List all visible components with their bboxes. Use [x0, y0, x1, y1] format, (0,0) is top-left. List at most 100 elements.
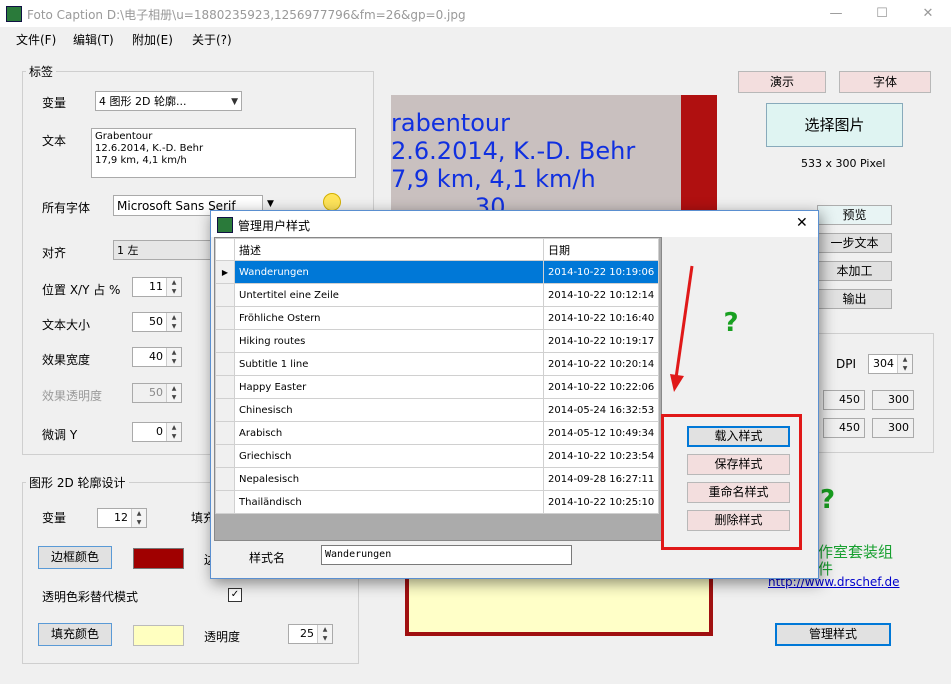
- row-header[interactable]: [215, 352, 235, 376]
- maximize-icon[interactable]: ☐: [859, 0, 905, 27]
- text-process-button[interactable]: 本加工: [817, 261, 892, 281]
- dpi-spinner[interactable]: 304 ▲ ▼: [868, 354, 913, 374]
- output-button[interactable]: 输出: [817, 289, 892, 309]
- variant-select[interactable]: 4 图形 2D 轮廓... ▼: [95, 91, 242, 111]
- table-row[interactable]: Chinesisch 2014-05-24 16:32:53: [215, 398, 660, 422]
- spinner-arrows-icon[interactable]: ▲ ▼: [131, 509, 146, 527]
- style-date-cell[interactable]: 2014-05-12 10:49:34: [542, 421, 660, 445]
- style-date-cell[interactable]: 2014-09-28 16:27:11: [542, 467, 660, 491]
- table-row[interactable]: Griechisch 2014-10-22 10:23:54: [215, 444, 660, 468]
- column-header-description[interactable]: 描述: [234, 238, 544, 261]
- fill-color-button[interactable]: 填充颜色: [38, 623, 112, 646]
- row-header[interactable]: [215, 444, 235, 468]
- table-row[interactable]: Nepalesisch 2014-09-28 16:27:11: [215, 467, 660, 491]
- select-image-button[interactable]: 选择图片: [766, 103, 903, 147]
- minimize-icon[interactable]: —: [813, 0, 859, 27]
- height2-field[interactable]: 300: [872, 418, 914, 438]
- fine-tune-spinner[interactable]: 0 ▲ ▼: [132, 422, 182, 442]
- style-name-cell[interactable]: Thailändisch: [234, 490, 544, 514]
- transparent-mode-checkbox[interactable]: ✓: [228, 588, 242, 602]
- help-book-icon[interactable]: ?: [820, 485, 864, 515]
- style-name-input[interactable]: Wanderungen: [321, 545, 572, 565]
- outline-variant-label: 变量: [42, 511, 67, 525]
- style-name-cell[interactable]: Arabisch: [234, 421, 544, 445]
- style-name-cell[interactable]: Untertitel eine Zeile: [234, 283, 544, 307]
- table-row[interactable]: Thailändisch 2014-10-22 10:25:10: [215, 490, 660, 514]
- dialog-close-icon[interactable]: ✕: [796, 215, 808, 231]
- style-date-cell[interactable]: 2014-10-22 10:16:40: [542, 306, 660, 330]
- style-name-cell[interactable]: Wanderungen: [234, 260, 544, 284]
- caption-textarea[interactable]: Grabentour 12.6.2014, K.-D. Behr 17,9 km…: [91, 128, 356, 178]
- style-name-cell[interactable]: Happy Easter: [234, 375, 544, 399]
- position-spinner[interactable]: 11 ▲ ▼: [132, 277, 182, 297]
- style-name-cell[interactable]: Chinesisch: [234, 398, 544, 422]
- style-name-cell[interactable]: Nepalesisch: [234, 467, 544, 491]
- row-header[interactable]: [215, 329, 235, 353]
- style-date-cell[interactable]: 2014-10-22 10:22:06: [542, 375, 660, 399]
- align-label: 对齐: [42, 246, 67, 260]
- transparency-spinner[interactable]: 25 ▲ ▼: [288, 624, 333, 644]
- row-header[interactable]: [215, 375, 235, 399]
- table-row[interactable]: ▶ Wanderungen 2014-10-22 10:19:06: [215, 260, 660, 284]
- column-header-date[interactable]: 日期: [542, 238, 660, 261]
- table-row[interactable]: Hiking routes 2014-10-22 10:19:17: [215, 329, 660, 353]
- row-header[interactable]: ▶: [215, 260, 235, 284]
- row-header[interactable]: [215, 467, 235, 491]
- style-date-cell[interactable]: 2014-10-22 10:12:14: [542, 283, 660, 307]
- menu-about[interactable]: 关于(?): [192, 31, 232, 48]
- spinner-arrows-icon: ▲ ▼: [166, 384, 181, 402]
- style-name-cell[interactable]: Hiking routes: [234, 329, 544, 353]
- width1-field[interactable]: 450: [823, 390, 865, 410]
- row-header[interactable]: [215, 306, 235, 330]
- row-header[interactable]: [215, 421, 235, 445]
- style-date-cell[interactable]: 2014-10-22 10:23:54: [542, 444, 660, 468]
- table-row[interactable]: Arabisch 2014-05-12 10:49:34: [215, 421, 660, 445]
- style-date-cell[interactable]: 2014-10-22 10:20:14: [542, 352, 660, 376]
- dialog-title: 管理用户样式: [238, 219, 311, 233]
- step-text-button[interactable]: 一步文本: [817, 233, 892, 253]
- border-color-button[interactable]: 边框颜色: [38, 546, 112, 569]
- fill-color-swatch[interactable]: [133, 625, 184, 646]
- row-header-corner: [215, 238, 235, 261]
- menu-edit[interactable]: 编辑(T): [73, 31, 114, 48]
- style-date-cell[interactable]: 2014-10-22 10:19:17: [542, 329, 660, 353]
- menu-file[interactable]: 文件(F): [16, 31, 56, 48]
- table-row[interactable]: Untertitel eine Zeile 2014-10-22 10:12:14: [215, 283, 660, 307]
- text-size-spinner[interactable]: 50 ▲ ▼: [132, 312, 182, 332]
- height1-field[interactable]: 300: [872, 390, 914, 410]
- style-date-cell[interactable]: 2014-05-24 16:32:53: [542, 398, 660, 422]
- spinner-arrows-icon[interactable]: ▲ ▼: [897, 355, 912, 373]
- dialog-help-book-icon: ?: [723, 308, 739, 338]
- style-name-cell[interactable]: Griechisch: [234, 444, 544, 468]
- spinner-arrows-icon[interactable]: ▲ ▼: [166, 423, 181, 441]
- window-title-bar: Foto Caption D:\电子相册\u=1880235923,125697…: [0, 0, 951, 27]
- table-row[interactable]: Happy Easter 2014-10-22 10:22:06: [215, 375, 660, 399]
- spinner-arrows-icon[interactable]: ▲ ▼: [166, 313, 181, 331]
- font-button[interactable]: 字体: [839, 71, 931, 93]
- close-icon[interactable]: ✕: [905, 0, 951, 27]
- width2-field[interactable]: 450: [823, 418, 865, 438]
- lightbulb-icon[interactable]: [323, 193, 341, 211]
- table-row[interactable]: Subtitle 1 line 2014-10-22 10:20:14: [215, 352, 660, 376]
- style-date-cell[interactable]: 2014-10-22 10:25:10: [542, 490, 660, 514]
- demo-button[interactable]: 演示: [738, 71, 826, 93]
- table-row[interactable]: Fröhliche Ostern 2014-10-22 10:16:40: [215, 306, 660, 330]
- row-header[interactable]: [215, 283, 235, 307]
- font-dropdown-arrow-icon[interactable]: ▼: [267, 199, 274, 209]
- effect-width-spinner[interactable]: 40 ▲ ▼: [132, 347, 182, 367]
- preview-button[interactable]: 预览: [817, 205, 892, 225]
- spinner-arrows-icon[interactable]: ▲ ▼: [166, 278, 181, 296]
- style-date-cell[interactable]: 2014-10-22 10:19:06: [542, 260, 660, 284]
- image-size-text: 533 x 300 Pixel: [801, 157, 886, 170]
- spinner-arrows-icon[interactable]: ▲ ▼: [166, 348, 181, 366]
- manage-styles-button[interactable]: 管理样式: [775, 623, 891, 646]
- style-name-cell[interactable]: Fröhliche Ostern: [234, 306, 544, 330]
- outline-variant-spinner[interactable]: 12 ▲ ▼: [97, 508, 147, 528]
- spinner-arrows-icon[interactable]: ▲ ▼: [317, 625, 332, 643]
- border-color-swatch[interactable]: [133, 548, 184, 569]
- menu-extra[interactable]: 附加(E): [132, 31, 173, 48]
- row-header[interactable]: [215, 398, 235, 422]
- style-name-cell[interactable]: Subtitle 1 line: [234, 352, 544, 376]
- row-header[interactable]: [215, 490, 235, 514]
- align-select[interactable]: 1 左: [113, 240, 213, 260]
